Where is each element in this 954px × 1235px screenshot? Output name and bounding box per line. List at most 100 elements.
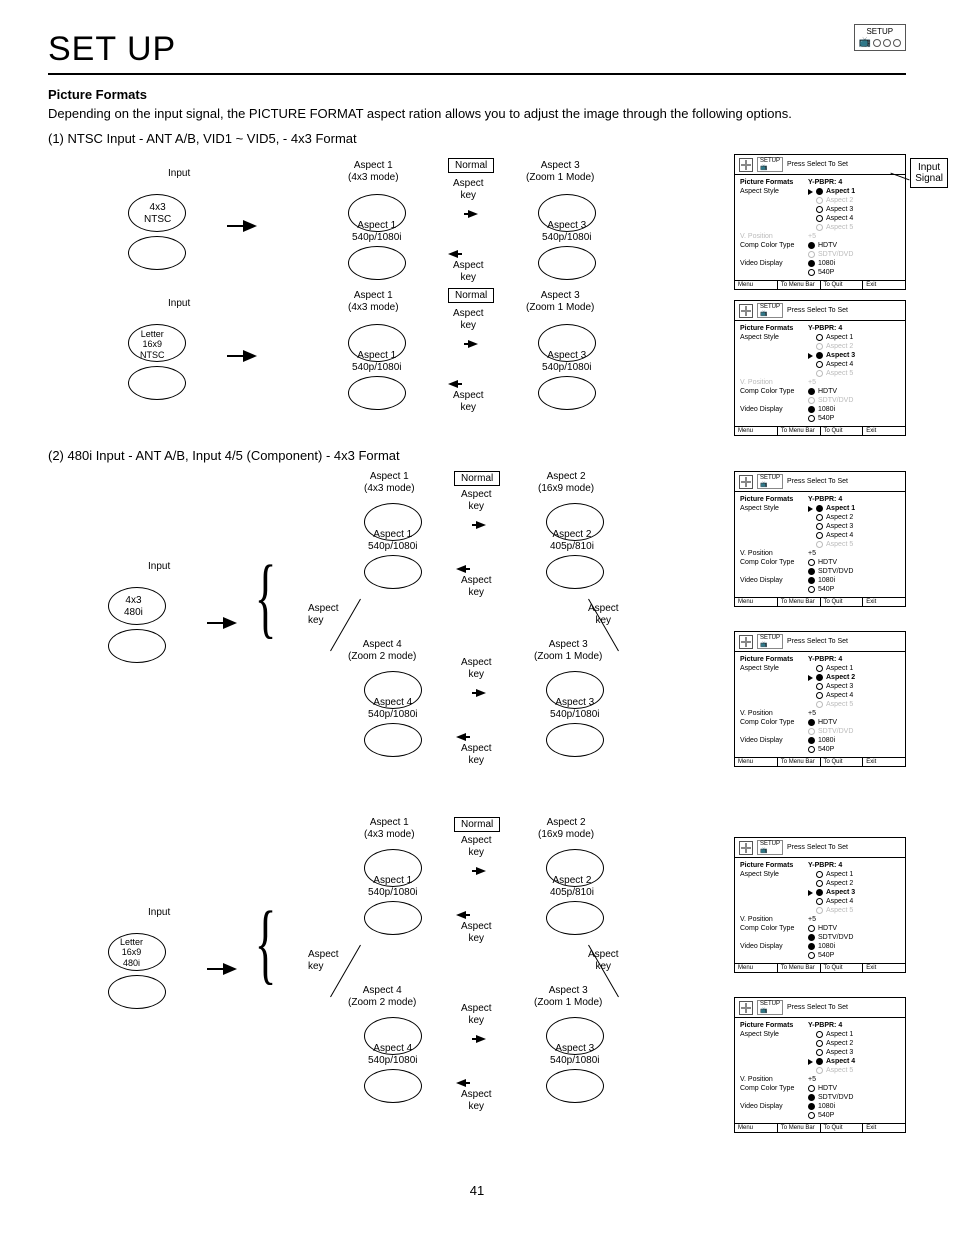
arrow (476, 867, 486, 875)
sub-oval (108, 629, 166, 663)
a4-zoom2-label: Aspect 4 (Zoom 2 mode) (348, 985, 416, 1008)
section-heading: Picture Formats (48, 87, 906, 102)
normal-tag: Normal (454, 471, 500, 486)
a3-zoom1-label: Aspect 3 (Zoom 1 Mode) (526, 160, 594, 183)
a1-540-label: Aspect 1 540p/1080i (352, 220, 402, 243)
flow-ntsc: Input 4x3 NTSC Aspect 1 (4x3 mode) Aspec… (48, 154, 906, 434)
aspect-key-label: Aspect key (461, 657, 492, 680)
a3-540-label: Aspect 3 540p/1080i (550, 697, 600, 720)
oval (364, 901, 422, 935)
a2-405-label: Aspect 2 405p/810i (550, 529, 594, 552)
page-title: SET UP (48, 30, 906, 69)
aspect-key-label: Aspect key (461, 489, 492, 512)
oval (546, 901, 604, 935)
aspect-key-label: Aspect key (453, 390, 484, 413)
arrow (456, 911, 466, 919)
aspect-key-label: Aspect key (453, 260, 484, 283)
arrow (476, 1035, 486, 1043)
oval (348, 376, 406, 410)
osd-3: SETUP📺Press Select To Set Picture Format… (734, 471, 906, 607)
oval (364, 555, 422, 589)
arrow (448, 380, 458, 388)
arrow (468, 210, 478, 218)
arrow (243, 350, 257, 362)
flow-480i-4x3: Input 4x3 480i { Aspect 1 (4x3 mode) Asp… (48, 471, 906, 811)
arrow (456, 733, 466, 741)
input-label: Input (168, 298, 190, 310)
input-signal-label: Input Signal (910, 158, 948, 188)
a1-4x3-label: Aspect 1 (4x3 mode) (364, 817, 415, 840)
page-number: 41 (48, 1183, 906, 1198)
osd-5: SETUP📺Press Select To Set Picture Format… (734, 837, 906, 973)
a3-zoom1-label: Aspect 3 (Zoom 1 Mode) (534, 985, 602, 1008)
oval (546, 1069, 604, 1103)
normal-tag: Normal (448, 158, 494, 173)
osd-6: SETUP📺Press Select To Set Picture Format… (734, 997, 906, 1133)
aspect-key-label: Aspect key (308, 949, 339, 972)
a3-zoom1-label: Aspect 3 (Zoom 1 Mode) (534, 639, 602, 662)
a2-169-label: Aspect 2 (16x9 mode) (538, 817, 594, 840)
input-label: Input (148, 561, 170, 573)
arrow (456, 565, 466, 573)
arrow (456, 1079, 466, 1087)
aspect-key-label: Aspect key (461, 835, 492, 858)
a4-zoom2-label: Aspect 4 (Zoom 2 mode) (348, 639, 416, 662)
arrow (448, 250, 458, 258)
a1-4x3-label: Aspect 1 (4x3 mode) (348, 160, 399, 183)
aspect-key-label: Aspect key (461, 575, 492, 598)
arrow (243, 220, 257, 232)
flow-480i-letter: Input Letter 16x9 480i { Aspect 1 (4x3 m… (48, 817, 906, 1157)
aspect-key-label: Aspect key (461, 743, 492, 766)
osd-1: SETUP📺Press Select To Set Picture Format… (734, 154, 906, 290)
aspect-key-label: Aspect key (308, 603, 339, 626)
a3-540-label: Aspect 3 540p/1080i (542, 350, 592, 373)
sub-oval (128, 236, 186, 270)
item-2: (2) 480i Input - ANT A/B, Input 4/5 (Com… (48, 448, 906, 463)
title-rule (48, 73, 906, 75)
ntsc43-label: 4x3 NTSC (144, 202, 171, 225)
a4-540-label: Aspect 4 540p/1080i (368, 1043, 418, 1066)
a1-4x3-label: Aspect 1 (4x3 mode) (364, 471, 415, 494)
aspect-key-label: Aspect key (461, 1089, 492, 1112)
a3-540-label: Aspect 3 540p/1080i (550, 1043, 600, 1066)
a1-4x3-label: Aspect 1 (4x3 mode) (348, 290, 399, 313)
a1-540-label: Aspect 1 540p/1080i (368, 529, 418, 552)
aspect-key-label: Aspect key (461, 1003, 492, 1026)
arrow (223, 963, 237, 975)
oval (538, 376, 596, 410)
sub-oval (128, 366, 186, 400)
oval (348, 246, 406, 280)
arrow (468, 340, 478, 348)
input-label: Input (148, 907, 170, 919)
letter169ntsc-label: Letter 16x9 NTSC (140, 329, 165, 360)
input-label: Input (168, 168, 190, 180)
aspect-key-label: Aspect key (453, 308, 484, 331)
normal-tag: Normal (454, 817, 500, 832)
a3-zoom1-label: Aspect 3 (Zoom 1 Mode) (526, 290, 594, 313)
aspect-key-label: Aspect key (453, 178, 484, 201)
setup-icon: SETUP 📺 (854, 24, 906, 51)
arrow (476, 689, 486, 697)
item-1: (1) NTSC Input - ANT A/B, VID1 ~ VID5, -… (48, 131, 906, 146)
osd-2: SETUP📺Press Select To Set Picture Format… (734, 300, 906, 436)
oval (364, 1069, 422, 1103)
oval (546, 555, 604, 589)
sub-oval (108, 975, 166, 1009)
oval (546, 723, 604, 757)
a1-540-label: Aspect 1 540p/1080i (368, 875, 418, 898)
oval (538, 246, 596, 280)
oval (364, 723, 422, 757)
arrow (476, 521, 486, 529)
480iletter-label: Letter 16x9 480i (120, 937, 143, 968)
section-desc: Depending on the input signal, the PICTU… (48, 106, 906, 121)
osd-4: SETUP📺Press Select To Set Picture Format… (734, 631, 906, 767)
aspect-key-label: Aspect key (461, 921, 492, 944)
480i43-label: 4x3 480i (124, 595, 143, 618)
a2-405-label: Aspect 2 405p/810i (550, 875, 594, 898)
a1-540-label: Aspect 1 540p/1080i (352, 350, 402, 373)
a2-169-label: Aspect 2 (16x9 mode) (538, 471, 594, 494)
a3-540-label: Aspect 3 540p/1080i (542, 220, 592, 243)
normal-tag: Normal (448, 288, 494, 303)
a4-540-label: Aspect 4 540p/1080i (368, 697, 418, 720)
arrow (223, 617, 237, 629)
